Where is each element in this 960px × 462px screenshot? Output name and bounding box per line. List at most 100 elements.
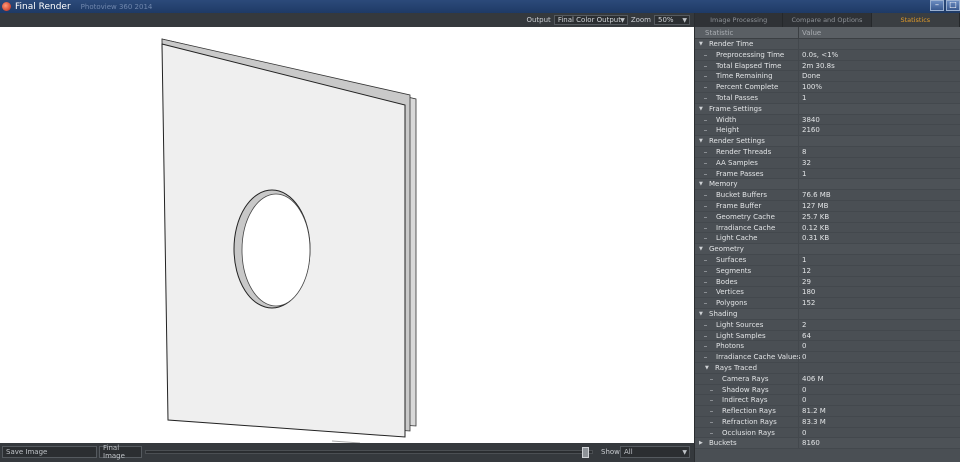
timeline-handle[interactable] (582, 447, 589, 458)
save-image-label: Save Image (6, 448, 48, 456)
tree-row[interactable]: Width 3840 (695, 114, 960, 126)
row-divider (798, 222, 799, 234)
row-divider (798, 373, 799, 385)
final-image-button[interactable]: Final Image (99, 444, 142, 460)
statistic-label: Vertices (716, 288, 744, 297)
tab-statistics[interactable]: Statistics (871, 13, 960, 27)
column-divider[interactable] (798, 27, 799, 39)
zoom-select[interactable]: 50% ▼ (654, 15, 690, 25)
tree-row[interactable]: Total Elapsed Time 2m 30.8s (695, 60, 960, 72)
tree-row[interactable]: Time Remaining Done (695, 71, 960, 83)
row-divider (798, 330, 799, 342)
row-divider (798, 341, 799, 353)
column-value[interactable]: Value (802, 27, 821, 39)
tree-group-row[interactable]: ▼ Geometry (695, 244, 960, 255)
tree-row[interactable]: Surfaces 1 (695, 254, 960, 266)
tree-row[interactable]: Reflection Rays 81.2 M (695, 406, 960, 417)
tree-row[interactable]: Geometry Cache 25.7 KB (695, 211, 960, 223)
statistic-label: Frame Passes (716, 169, 764, 178)
tree-row[interactable]: Shadow Rays 0 (695, 384, 960, 396)
tree-row[interactable]: Refraction Rays 83.3 M (695, 416, 960, 428)
row-divider (798, 125, 799, 137)
tree-row[interactable]: Irradiance Cache 0.12 KB (695, 222, 960, 234)
statistic-label: Reflection Rays (722, 407, 776, 416)
tree-line-icon (704, 324, 707, 326)
expand-triangle-icon[interactable]: ▼ (699, 309, 703, 320)
row-divider (798, 416, 799, 428)
tree-group-row[interactable]: ▼ Frame Settings (695, 103, 960, 115)
statistic-value: 127 MB (802, 201, 829, 210)
maximize-button[interactable]: □ (946, 0, 960, 11)
expand-triangle-icon[interactable]: ▼ (699, 136, 703, 147)
row-divider (798, 406, 799, 417)
tree-group-row[interactable]: ▶ Buckets 8160 (695, 438, 960, 450)
tree-line-icon (704, 335, 707, 337)
row-divider (798, 308, 799, 320)
collapse-triangle-icon[interactable]: ▶ (699, 438, 703, 449)
tree-row[interactable]: AA Samples 32 (695, 157, 960, 169)
save-image-button[interactable]: Save Image (2, 446, 97, 458)
tab-compare-and-options[interactable]: Compare and Options (783, 13, 872, 27)
tree-group-row[interactable]: ▼ Memory (695, 179, 960, 191)
statistic-label: Irradiance Cache Values (716, 353, 801, 362)
statistic-label: Buckets (709, 439, 737, 448)
tree-row[interactable]: Photons 0 (695, 341, 960, 353)
tree-row[interactable]: Irradiance Cache Values 0 (695, 352, 960, 363)
tree-row[interactable]: Frame Passes 1 (695, 168, 960, 180)
tree-row[interactable]: Bodes 29 (695, 276, 960, 288)
row-divider (798, 39, 799, 50)
tree-row[interactable]: Segments 12 (695, 265, 960, 277)
tree-group-row[interactable]: ▼ Render Settings (695, 136, 960, 147)
tree-row[interactable]: Height 2160 (695, 125, 960, 137)
row-divider (798, 211, 799, 223)
tree-row[interactable]: Render Threads 8 (695, 146, 960, 158)
column-header: Statistic Value (695, 27, 960, 39)
tree-row[interactable]: Preprocessing Time 0.0s, <1% (695, 49, 960, 61)
tree-row[interactable]: Total Passes 1 (695, 92, 960, 104)
tree-row[interactable]: Percent Complete 100% (695, 82, 960, 93)
column-statistic[interactable]: Statistic (705, 27, 733, 39)
tree-row[interactable]: Light Sources 2 (695, 319, 960, 331)
tree-line-icon (704, 205, 707, 207)
expand-triangle-icon[interactable]: ▼ (699, 244, 703, 255)
tree-group-row[interactable]: ▼ Rays Traced (695, 362, 960, 374)
statistic-value: 1 (802, 93, 807, 102)
statistic-label: Time Remaining (716, 72, 773, 81)
tree-row[interactable]: Bucket Buffers 76.6 MB (695, 190, 960, 201)
row-divider (798, 319, 799, 331)
minimize-button[interactable]: – (930, 0, 944, 11)
statistic-label: Rays Traced (715, 363, 758, 372)
show-select[interactable]: All ▼ (620, 446, 690, 458)
statistic-label: Photons (716, 342, 745, 351)
expand-triangle-icon[interactable]: ▼ (699, 104, 703, 115)
output-select[interactable]: Final Color Output ▼ (553, 15, 628, 25)
tree-row[interactable]: Indirect Rays 0 (695, 395, 960, 407)
tree-row[interactable]: Camera Rays 406 M (695, 373, 960, 385)
tree-row[interactable]: Occlusion Rays 0 (695, 427, 960, 439)
statistic-label: Occlusion Rays (722, 428, 775, 437)
tree-row[interactable]: Polygons 152 (695, 298, 960, 309)
tree-row[interactable]: Light Cache 0.31 KB (695, 233, 960, 245)
statistic-label: Render Threads (716, 147, 772, 156)
tree-group-row[interactable]: ▼ Render Time (695, 39, 960, 50)
statistic-label: Polygons (716, 299, 748, 308)
tree-line-icon (710, 411, 713, 413)
statistic-label: Total Passes (716, 93, 759, 102)
timeline-slider[interactable] (145, 450, 593, 454)
tree-row[interactable]: Frame Buffer 127 MB (695, 200, 960, 212)
tab-image-processing[interactable]: Image Processing (695, 13, 784, 27)
tree-row[interactable]: Vertices 180 (695, 287, 960, 299)
tree-row[interactable]: Light Samples 64 (695, 330, 960, 342)
statistic-value: 29 (802, 277, 811, 286)
expand-triangle-icon[interactable]: ▼ (699, 39, 703, 50)
tree-group-row[interactable]: ▼ Shading (695, 308, 960, 320)
tree-line-icon (704, 357, 707, 359)
statistic-value: 76.6 MB (802, 191, 831, 200)
row-divider (798, 233, 799, 245)
expand-triangle-icon[interactable]: ▼ (705, 363, 709, 374)
tree-line-icon (704, 281, 707, 283)
render-toolbar: Output Final Color Output ▼ Zoom 50% ▼ (0, 13, 694, 27)
render-viewport[interactable] (0, 27, 694, 443)
expand-triangle-icon[interactable]: ▼ (699, 179, 703, 190)
tree-line-icon (710, 432, 713, 434)
